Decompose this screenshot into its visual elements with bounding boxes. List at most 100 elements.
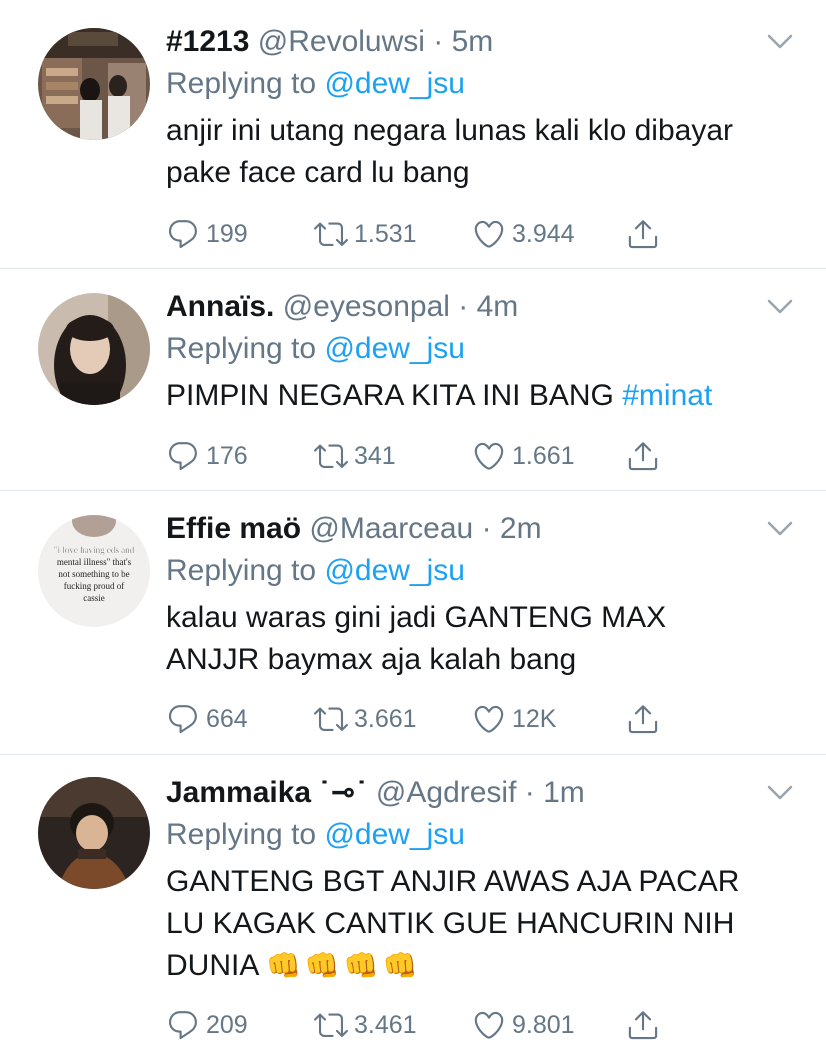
timestamp[interactable]: 4m <box>477 290 519 323</box>
chevron-down-icon[interactable] <box>766 32 794 52</box>
avatar-image <box>38 28 150 140</box>
display-name[interactable]: Jammaika <box>166 776 311 809</box>
avatar-caption: mental illness" that's <box>57 557 132 567</box>
separator: · <box>449 290 477 323</box>
display-name[interactable]: Effie maö <box>166 512 301 545</box>
retweet-count: 3.461 <box>354 1010 417 1039</box>
like-button[interactable]: 3.944 <box>472 216 575 252</box>
replying-to-label: Replying to <box>166 67 317 100</box>
username[interactable]: @Maarceau <box>309 512 473 545</box>
share-button[interactable] <box>626 438 660 474</box>
reply-icon <box>166 1008 200 1042</box>
tweet-text: anjir ini utang negara lunas kali klo di… <box>166 110 786 194</box>
reply-button[interactable]: 176 <box>166 438 248 474</box>
tweet-actions: 176 341 1.661 <box>166 438 686 474</box>
replying-to: Replying to @dew_jsu <box>166 331 786 367</box>
share-icon <box>626 439 660 473</box>
replying-to-label: Replying to <box>166 554 317 587</box>
fist-emoji: 👊 <box>304 950 340 981</box>
username[interactable]: @Agdresif <box>376 776 517 809</box>
tweet-header: #1213 @Revoluwsi · 5m <box>166 24 786 60</box>
reply-button[interactable]: 209 <box>166 1007 248 1043</box>
tweet[interactable]: #1213 @Revoluwsi · 5m Replying to @dew_j… <box>0 0 826 268</box>
tweet-text-line: anjir ini utang negara lunas kali klo di… <box>166 114 734 147</box>
mention-link[interactable]: @dew_jsu <box>324 332 465 365</box>
avatar-image <box>38 777 150 889</box>
avatar[interactable]: "i love having eds and mental illness" t… <box>38 515 150 627</box>
retweet-icon <box>314 702 348 736</box>
tweet[interactable]: Jammaika ˙⊸˙ @Agdresif · 1m Replying to … <box>0 755 826 1058</box>
display-name[interactable]: Annaïs. <box>166 290 274 323</box>
share-icon <box>626 1008 660 1042</box>
share-icon <box>626 702 660 736</box>
reply-icon <box>166 439 200 473</box>
retweet-count: 341 <box>354 441 396 470</box>
tweet-text: kalau waras gini jadi GANTENG MAX ANJJR … <box>166 597 786 681</box>
heart-icon <box>472 1008 506 1042</box>
fist-emoji: 👊 <box>382 950 418 981</box>
share-icon <box>626 217 660 251</box>
username[interactable]: @eyesonpal <box>283 290 450 323</box>
chevron-down-icon[interactable] <box>766 519 794 539</box>
tweet-text-line: pake face card lu bang <box>166 156 470 189</box>
retweet-count: 3.661 <box>354 704 417 733</box>
reply-count: 209 <box>206 1010 248 1039</box>
display-name-emote: ˙⊸˙ <box>319 776 368 809</box>
share-button[interactable] <box>626 216 660 252</box>
chevron-down-icon[interactable] <box>766 297 794 317</box>
tweet[interactable]: Annaïs. @eyesonpal · 4m Replying to @dew… <box>0 269 826 490</box>
like-button[interactable]: 12K <box>472 701 556 737</box>
reply-button[interactable]: 199 <box>166 216 248 252</box>
tweet-header: Jammaika ˙⊸˙ @Agdresif · 1m <box>166 775 786 811</box>
reply-count: 664 <box>206 704 248 733</box>
like-button[interactable]: 9.801 <box>472 1007 575 1043</box>
username[interactable]: @Revoluwsi <box>258 25 425 58</box>
separator: · <box>473 512 500 545</box>
avatar-image: "i love having eds and mental illness" t… <box>38 515 150 627</box>
share-button[interactable] <box>626 701 660 737</box>
timestamp[interactable]: 5m <box>452 25 494 58</box>
tweet-actions: 664 3.661 12K <box>166 701 686 737</box>
separator: · <box>424 25 452 58</box>
reply-count: 176 <box>206 441 248 470</box>
tweet-text-line: GANTENG BGT ANJIR AWAS AJA PACAR <box>166 865 740 898</box>
tweet-text-line: kalau waras gini jadi GANTENG MAX <box>166 601 667 634</box>
timestamp[interactable]: 2m <box>500 512 542 545</box>
avatar-caption: not something to be <box>58 569 129 579</box>
like-count: 9.801 <box>512 1010 575 1039</box>
separator: · <box>516 776 544 809</box>
retweet-icon <box>314 439 348 473</box>
share-button[interactable] <box>626 1007 660 1043</box>
like-count: 1.661 <box>512 441 575 470</box>
reply-button[interactable]: 664 <box>166 701 248 737</box>
retweet-button[interactable]: 3.661 <box>314 701 417 737</box>
timestamp[interactable]: 1m <box>543 776 585 809</box>
tweet-text-line: PIMPIN NEGARA KITA INI BANG <box>166 379 614 412</box>
mention-link[interactable]: @dew_jsu <box>324 67 465 100</box>
display-name[interactable]: #1213 <box>166 25 249 58</box>
chevron-down-icon[interactable] <box>766 783 794 803</box>
heart-icon <box>472 439 506 473</box>
hashtag-link[interactable]: #minat <box>622 379 712 412</box>
avatar-image <box>38 293 150 405</box>
reply-count: 199 <box>206 219 248 248</box>
avatar[interactable] <box>38 28 150 140</box>
retweet-button[interactable]: 341 <box>314 438 396 474</box>
reply-icon <box>166 702 200 736</box>
tweet-header: Effie maö @Maarceau · 2m <box>166 511 786 547</box>
tweet[interactable]: "i love having eds and mental illness" t… <box>0 491 826 754</box>
retweet-button[interactable]: 1.531 <box>314 216 417 252</box>
avatar[interactable] <box>38 293 150 405</box>
replying-to: Replying to @dew_jsu <box>166 66 786 102</box>
mention-link[interactable]: @dew_jsu <box>324 554 465 587</box>
replying-to-label: Replying to <box>166 818 317 851</box>
like-button[interactable]: 1.661 <box>472 438 575 474</box>
tweet-actions: 199 1.531 3.944 <box>166 216 686 252</box>
mention-link[interactable]: @dew_jsu <box>324 818 465 851</box>
tweet-actions: 209 3.461 9.801 <box>166 1007 686 1043</box>
heart-icon <box>472 217 506 251</box>
retweet-count: 1.531 <box>354 219 417 248</box>
replying-to: Replying to @dew_jsu <box>166 817 786 853</box>
avatar[interactable] <box>38 777 150 889</box>
retweet-button[interactable]: 3.461 <box>314 1007 417 1043</box>
